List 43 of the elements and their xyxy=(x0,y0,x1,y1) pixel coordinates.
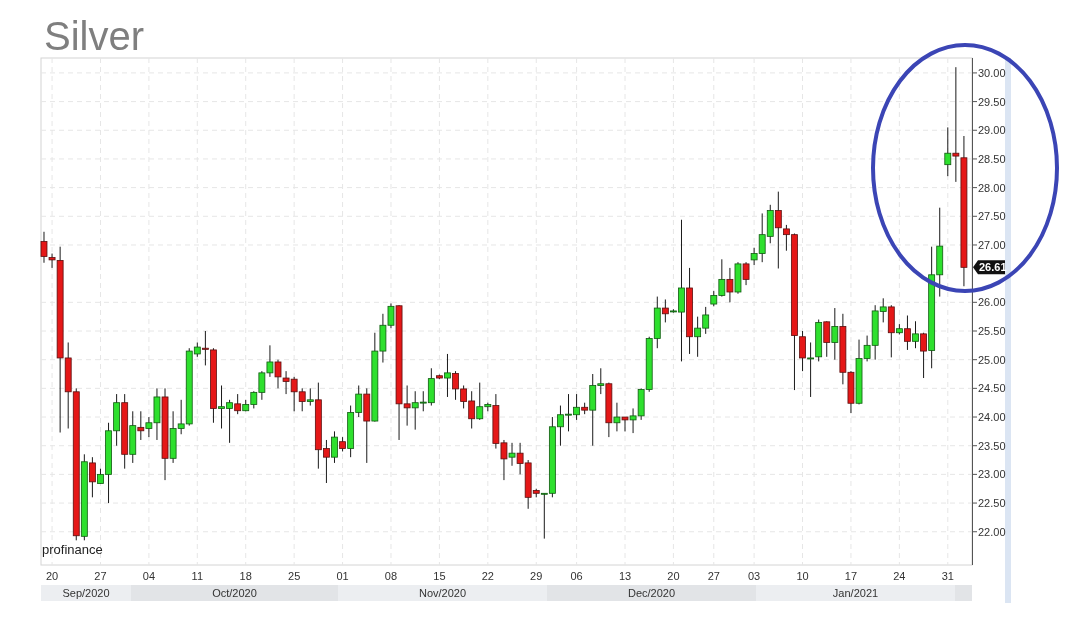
axis-label: 29 xyxy=(530,570,543,582)
axis-label: 28.00 xyxy=(978,181,1006,194)
axis-label: 29.00 xyxy=(978,124,1006,137)
axis-label: 04 xyxy=(142,570,155,582)
axis-label: 22 xyxy=(481,570,494,582)
period-label: Oct/2020 xyxy=(212,587,257,599)
axis-label: 10 xyxy=(796,570,809,582)
axis-label: 26.00 xyxy=(978,296,1006,309)
axis-label: 27 xyxy=(707,570,720,582)
axis-label: 27.50 xyxy=(978,210,1006,223)
axis-label: 31 xyxy=(941,570,954,582)
period-label: Jan/2021 xyxy=(832,587,879,599)
axis-label: 08 xyxy=(384,570,398,582)
axis-label: 11 xyxy=(191,570,203,582)
axis-label: 23.00 xyxy=(978,468,1006,481)
axis-label: 28.50 xyxy=(978,152,1006,165)
axis-label: 01 xyxy=(336,570,349,582)
axis-label: 23.50 xyxy=(978,439,1006,452)
period-label: Sep/2020 xyxy=(62,587,110,599)
axis-label: 25.00 xyxy=(978,353,1006,366)
axis-label: 25.50 xyxy=(978,325,1006,337)
axis-label: 22.50 xyxy=(978,497,1006,510)
axis-label: 27.00 xyxy=(978,238,1006,251)
axis-label: 06 xyxy=(570,570,583,582)
axis-label: 17 xyxy=(844,570,858,582)
axis-label: 20 xyxy=(45,570,59,582)
axis-label: 30.00 xyxy=(978,66,1006,79)
chart-title: Silver xyxy=(43,13,145,58)
axis-label: 29.50 xyxy=(978,95,1006,108)
period-label: Dec/2020 xyxy=(627,587,676,599)
axis-label: 15 xyxy=(433,570,446,582)
axis-label: 20 xyxy=(667,570,680,582)
axis-label: 03 xyxy=(748,570,761,582)
axis-label: 27 xyxy=(94,570,107,582)
axis-label: 22.00 xyxy=(978,525,1006,538)
period-label: Nov/2020 xyxy=(418,587,467,599)
axis-label: 13 xyxy=(618,570,632,582)
axis-label: 24.50 xyxy=(978,382,1006,395)
axis-label: 18 xyxy=(239,570,252,582)
axis-label: 25 xyxy=(288,570,301,582)
axis-label: 24.00 xyxy=(978,411,1006,424)
axis-label: 24 xyxy=(893,570,906,582)
source-label: profinance xyxy=(42,542,103,557)
